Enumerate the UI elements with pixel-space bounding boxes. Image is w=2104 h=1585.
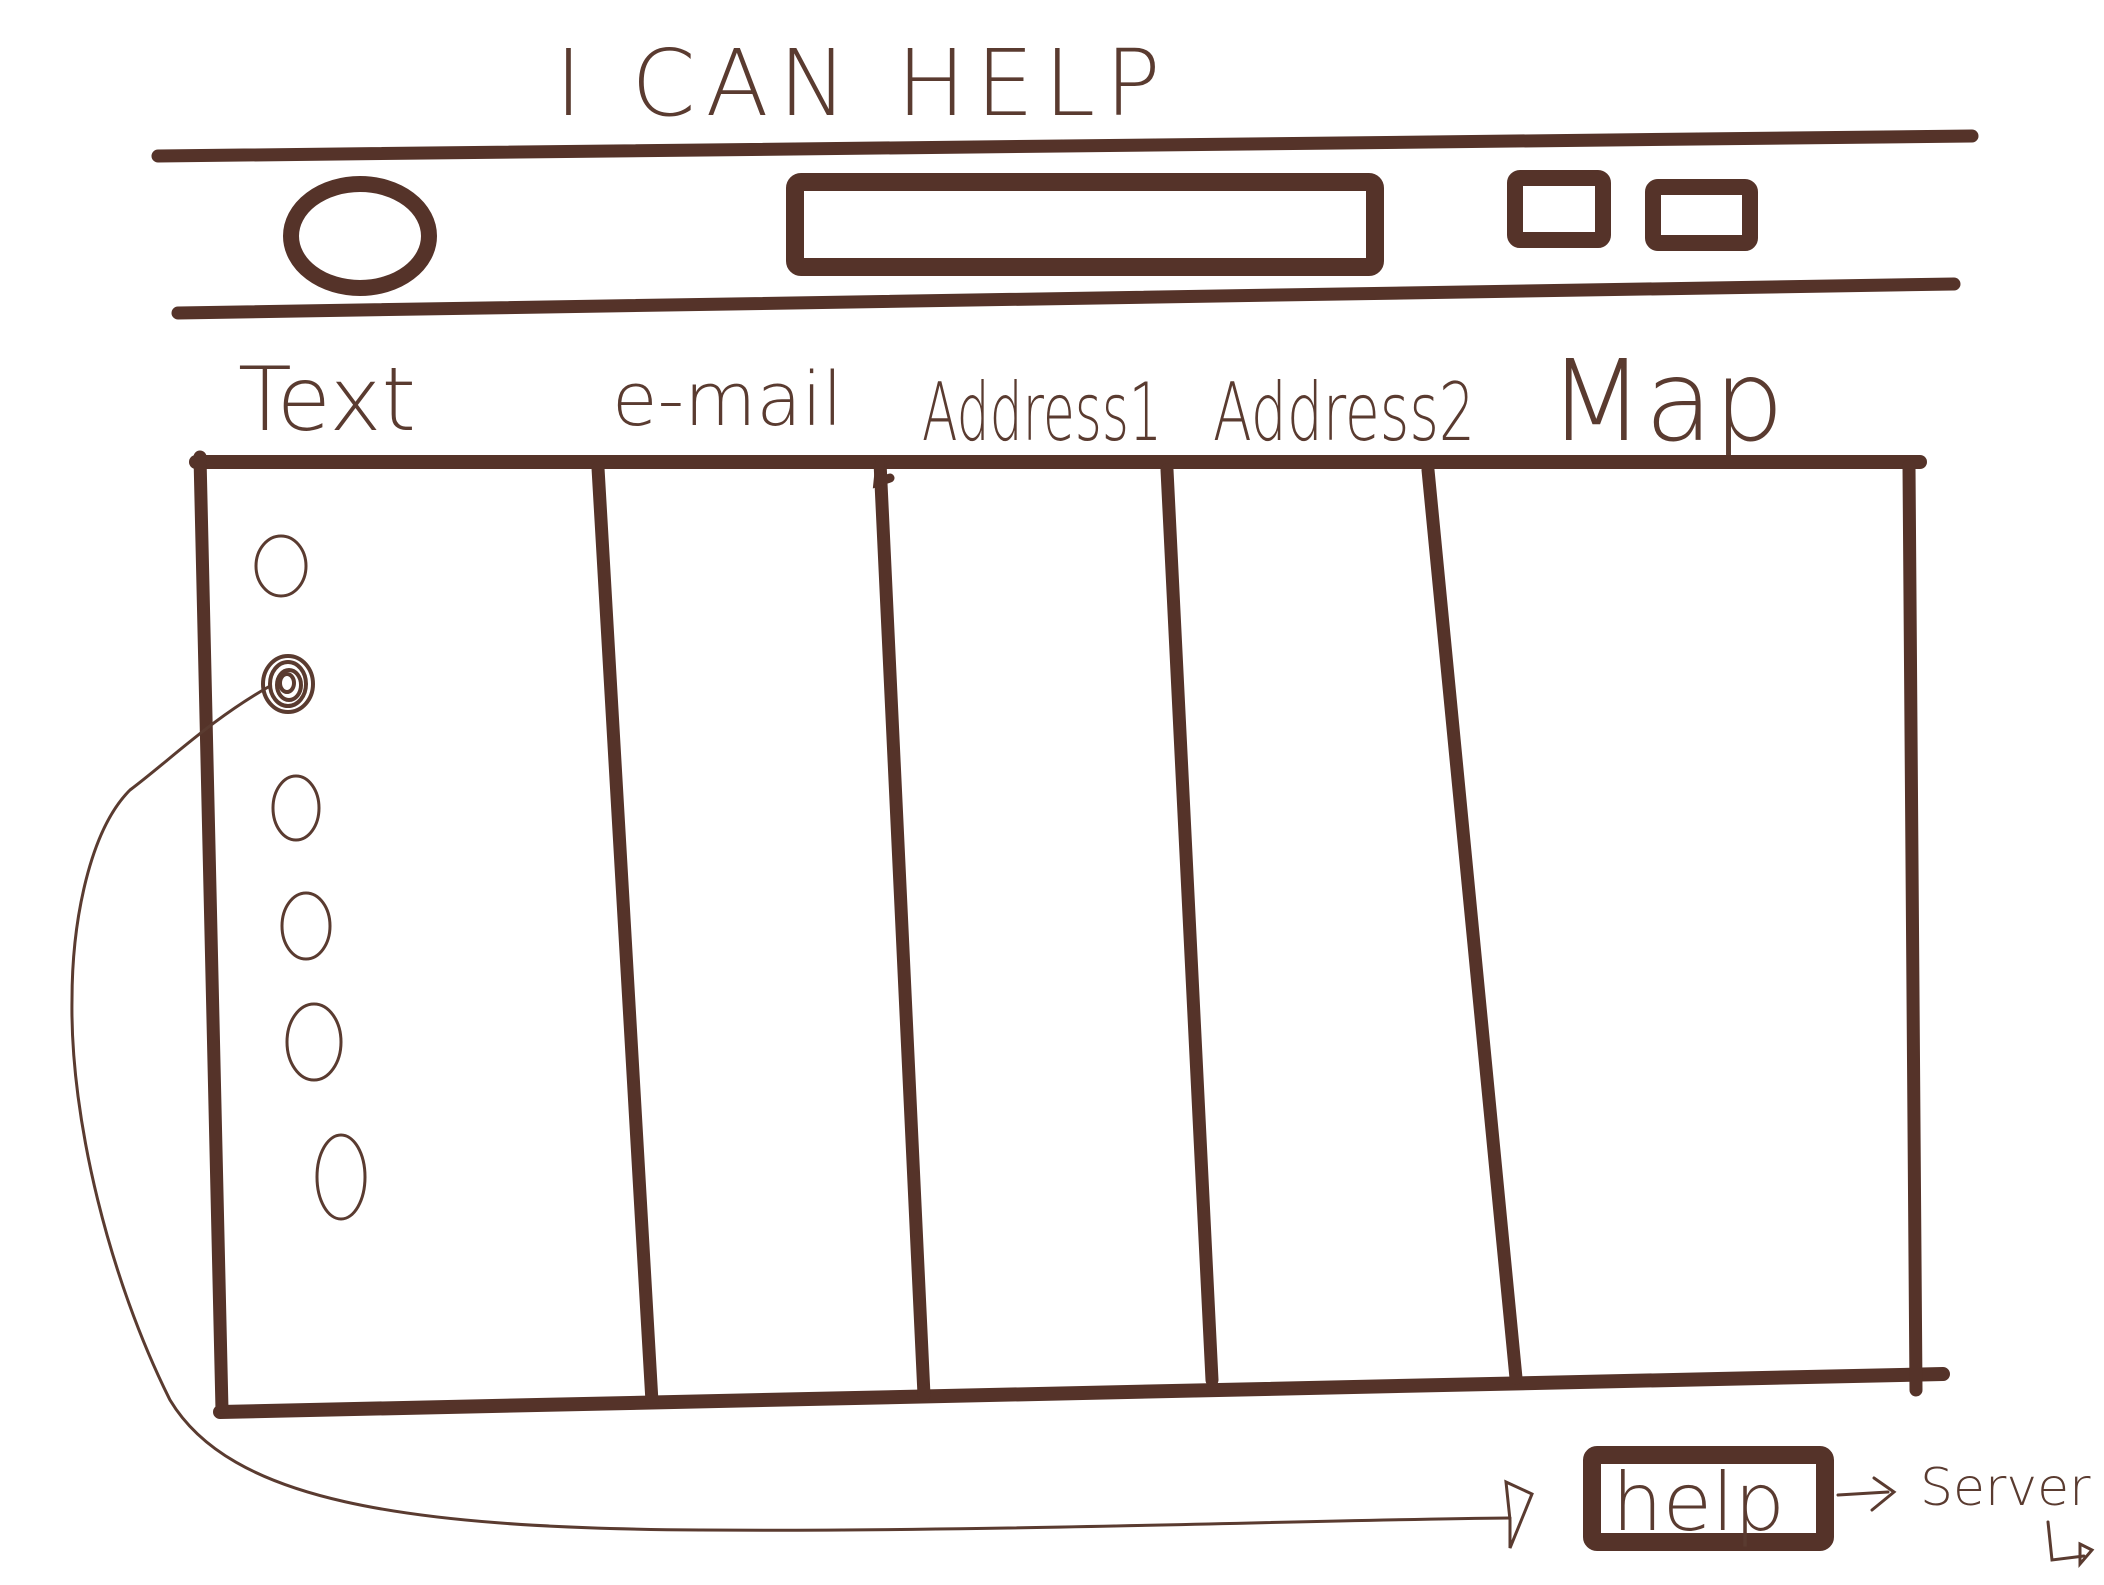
column-header-map: Map xyxy=(1548,337,1784,467)
row-selector-list xyxy=(254,534,367,1221)
table-bottom-border xyxy=(213,1367,1950,1419)
table-right-border xyxy=(1902,459,1923,1397)
row-radio-selected[interactable] xyxy=(261,654,315,714)
row-radio[interactable] xyxy=(254,534,308,598)
wireframe-sketch: I CAN HELP Text e-mail Address1 Address2… xyxy=(70,30,2095,1569)
column-header-text: Text xyxy=(238,348,416,451)
row-radio[interactable] xyxy=(271,774,321,842)
help-button-label: help xyxy=(1612,1456,1785,1549)
column-divider-4 xyxy=(1421,463,1523,1385)
row-radio[interactable] xyxy=(280,891,332,961)
column-header-address2: Address2 xyxy=(1213,366,1475,459)
header-top-line xyxy=(151,129,1979,163)
header-bottom-line xyxy=(171,277,1961,320)
data-table xyxy=(189,450,1950,1419)
server-label: Server xyxy=(1920,1458,2091,1518)
flow-arrow-head xyxy=(1504,1479,1534,1549)
column-divider-3 xyxy=(1160,463,1219,1387)
column-divider-1 xyxy=(591,461,659,1409)
row-radio[interactable] xyxy=(315,1133,367,1221)
column-header-email: e-mail xyxy=(612,357,843,443)
search-input[interactable] xyxy=(786,173,1384,276)
server-continuation-arrowhead xyxy=(2078,1541,2095,1569)
header-button-1[interactable] xyxy=(1507,170,1611,248)
row-radio[interactable] xyxy=(285,1002,343,1082)
logo-icon xyxy=(283,176,437,296)
server-arrow-line xyxy=(1836,1490,1890,1497)
column-header-address1: Address1 xyxy=(922,366,1162,459)
column-divider-2 xyxy=(873,455,931,1402)
page-title: I CAN HELP xyxy=(555,30,1171,137)
table-left-border xyxy=(193,450,229,1417)
header-button-2[interactable] xyxy=(1645,179,1758,251)
